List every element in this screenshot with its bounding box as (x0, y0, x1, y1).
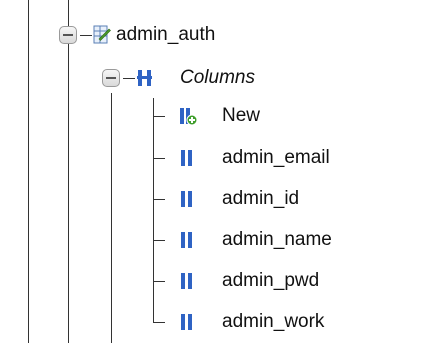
column-label[interactable]: admin_email (222, 147, 330, 169)
tree-guide-line (68, 0, 69, 343)
column-icon (181, 273, 192, 289)
column-icon (181, 232, 192, 248)
column-icon (181, 191, 192, 207)
tree-guide-line (80, 35, 92, 36)
tree-guide-line (153, 281, 165, 282)
column-icon (181, 314, 192, 330)
tree-guide-line (123, 78, 135, 79)
column-label[interactable]: admin_work (222, 311, 324, 333)
tree-guide-line (111, 93, 112, 343)
collapse-table-toggle[interactable] (59, 26, 77, 44)
table-name-admin-auth[interactable]: admin_auth (116, 24, 215, 46)
table-structure-icon (93, 25, 111, 44)
collapse-columns-toggle[interactable] (102, 69, 120, 87)
tree-guide-line (153, 199, 165, 200)
column-label[interactable]: admin_id (222, 188, 299, 210)
new-column-icon (180, 108, 197, 126)
tree-guide-line (153, 240, 165, 241)
tree-guide-line (153, 322, 165, 323)
columns-group-label[interactable]: Columns (180, 67, 255, 89)
tree-guide-line (153, 158, 165, 159)
column-icon (181, 150, 192, 166)
column-label[interactable]: admin_name (222, 229, 332, 251)
columns-icon (137, 70, 152, 86)
tree-guide-line (153, 98, 154, 322)
new-column-link[interactable]: New (222, 105, 260, 127)
column-label[interactable]: admin_pwd (222, 270, 319, 292)
tree-guide-line (153, 116, 165, 117)
tree-guide-line (28, 0, 29, 343)
